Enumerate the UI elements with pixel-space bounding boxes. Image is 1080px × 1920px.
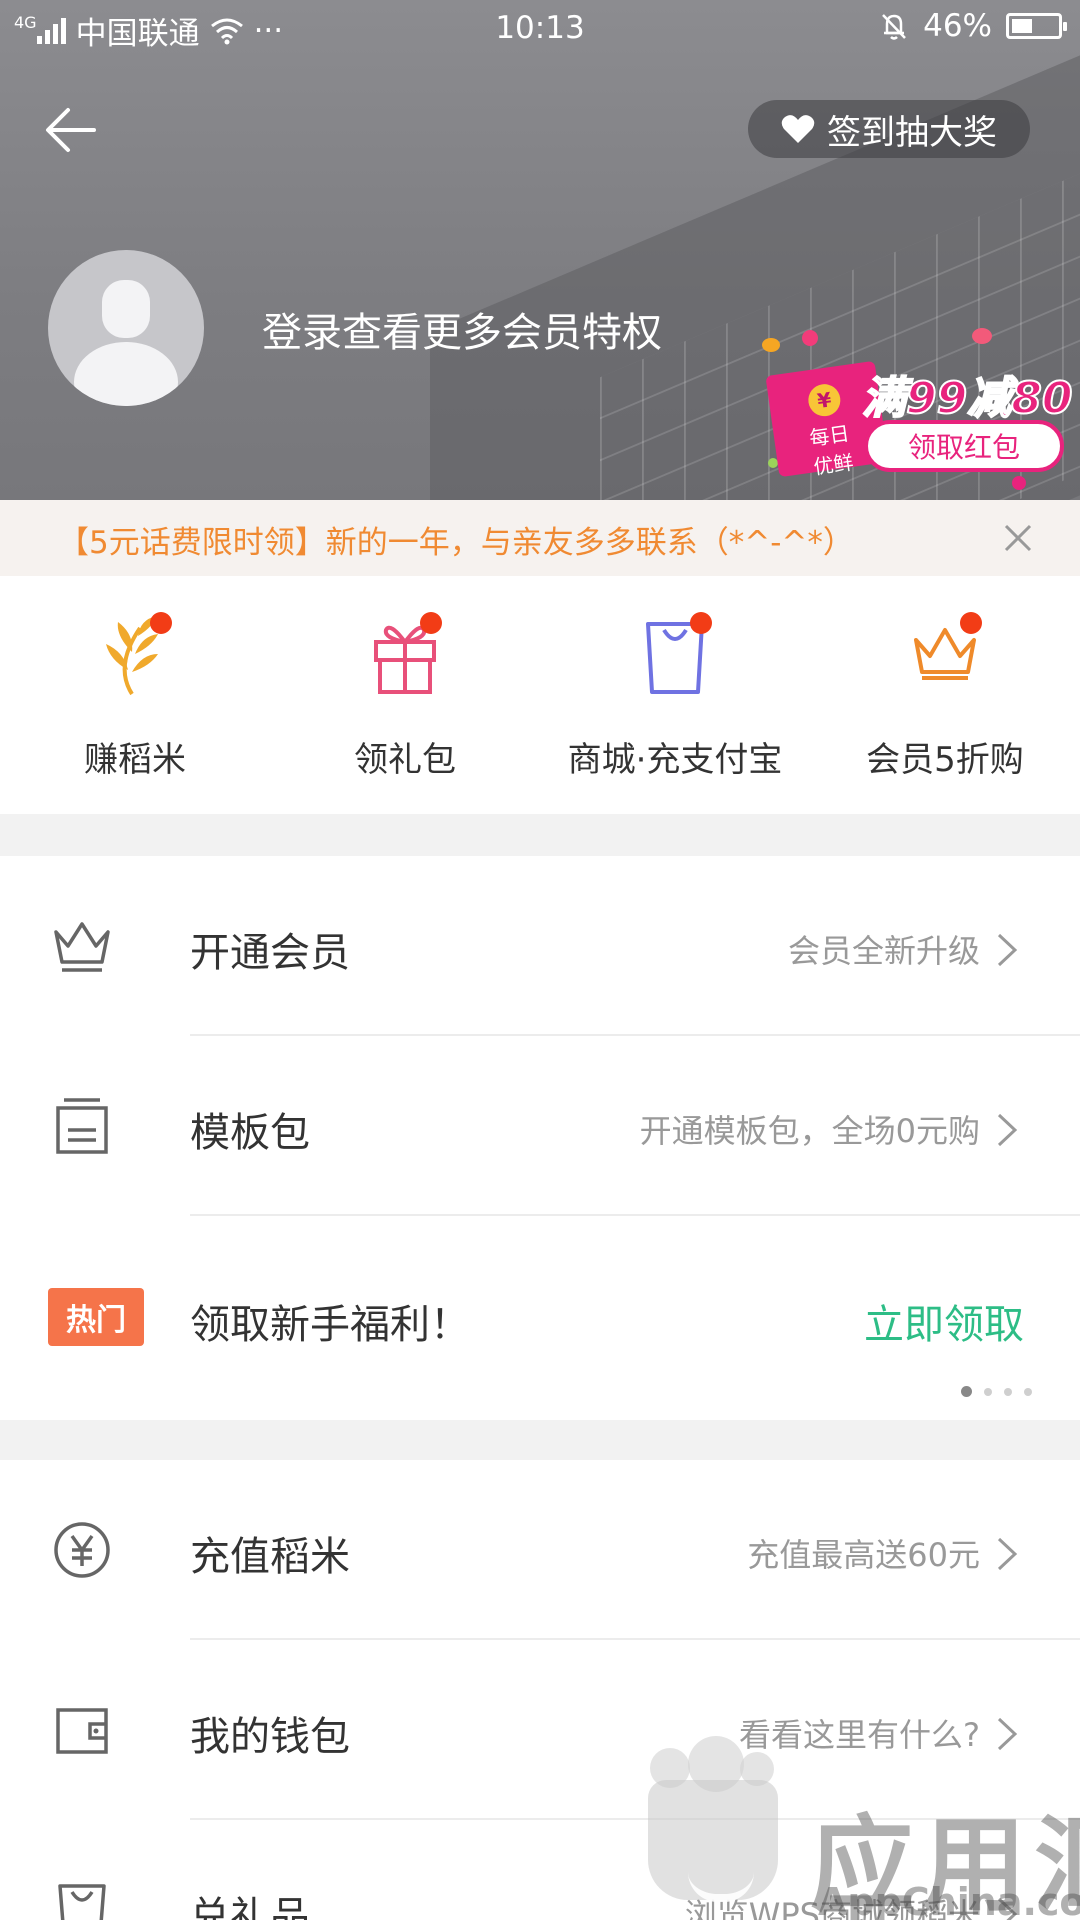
confetti — [1012, 476, 1026, 490]
avatar-body — [74, 342, 178, 406]
battery-percent: 46% — [923, 8, 992, 44]
tile-mall-alipay[interactable]: 商城·充支付宝 — [540, 576, 810, 814]
list-item-open-membership[interactable]: 开通会员 会员全新升级 — [0, 856, 1080, 1036]
promo-card-line2: 优鲜 — [811, 449, 855, 480]
pager-dot — [961, 1386, 972, 1397]
tile-member-discount[interactable]: 会员5折购 — [810, 576, 1080, 814]
tile-badge — [150, 612, 172, 634]
confetti — [762, 338, 780, 352]
pager-dot — [984, 1387, 992, 1396]
yen-coin-icon — [54, 1522, 110, 1578]
member-header: 4G 中国联通 ··· 10:13 46% 签到抽大奖 登录查看更多会员特权 ¥… — [0, 0, 1080, 500]
chevron-right-icon — [997, 933, 1018, 967]
tile-badge — [420, 612, 442, 634]
tile-label: 会员5折购 — [866, 740, 1024, 780]
confetti — [972, 328, 992, 344]
row-subtitle: 充值最高送60元 — [747, 1536, 980, 1574]
row-subtitle: 开通模板包，全场0元购 — [639, 1112, 980, 1150]
heart-icon — [781, 115, 815, 143]
tile-badge — [690, 612, 712, 634]
tile-badge — [960, 612, 982, 634]
close-icon[interactable] — [1002, 522, 1034, 554]
status-bar: 4G 中国联通 ··· 10:13 46% — [0, 0, 1080, 58]
member-section: 开通会员 会员全新升级 模板包 开通模板包，全场0元购 热门 领取新手福利！ 立… — [0, 856, 1080, 1420]
bag-outline-icon — [58, 1884, 106, 1920]
wallet-icon — [56, 1708, 108, 1754]
banner-pager — [961, 1386, 1032, 1397]
row-subtitle: 看看这里有什么? — [739, 1716, 980, 1754]
claim-red-packet-button[interactable]: 领取红包 — [864, 420, 1064, 472]
row-title: 开通会员 — [190, 930, 350, 976]
confetti — [802, 330, 818, 346]
wallet-section: 充值稻米 充值最高送60元 我的钱包 看看这里有什么? 兑礼品 浏览WPS商城领… — [0, 1460, 1080, 1920]
avatar[interactable] — [48, 250, 204, 406]
chevron-right-icon — [997, 1717, 1018, 1751]
list-item-my-wallet[interactable]: 我的钱包 看看这里有什么? — [0, 1640, 1080, 1820]
quick-tiles: 赚稻米 领礼包 商城·充支付宝 会员5折购 — [0, 576, 1080, 814]
template-icon — [56, 1098, 108, 1154]
bell-muted-icon — [882, 14, 906, 40]
tile-label: 商城·充支付宝 — [567, 740, 783, 780]
chevron-right-icon — [997, 1113, 1018, 1147]
app-root: 4G 中国联通 ··· 10:13 46% 签到抽大奖 登录查看更多会员特权 ¥… — [0, 0, 1080, 1920]
list-item-recharge-rice[interactable]: 充值稻米 充值最高送60元 — [0, 1460, 1080, 1640]
row-title: 充值稻米 — [190, 1534, 350, 1580]
claim-now-button[interactable]: 立即领取 — [864, 1292, 1024, 1350]
row-title: 模板包 — [190, 1110, 310, 1156]
avatar-head — [102, 280, 150, 338]
battery-icon — [1006, 13, 1067, 39]
tile-label: 领礼包 — [354, 740, 456, 780]
pager-dot — [1024, 1387, 1032, 1396]
notice-text: 【5元话费限时领】新的一年，与亲友多多联系（*^-^*） — [58, 525, 854, 561]
back-arrow-icon[interactable] — [42, 100, 102, 160]
red-packet-promo[interactable]: ¥ 每日 优鲜 满99减80 领取红包 — [762, 328, 1073, 490]
tile-gift-pack[interactable]: 领礼包 — [270, 576, 540, 814]
status-right: 46% — [879, 8, 1067, 44]
checkin-lottery-button[interactable]: 签到抽大奖 — [748, 100, 1030, 158]
promo-headline: 满99减80 — [861, 372, 1073, 425]
checkin-label: 签到抽大奖 — [827, 112, 997, 153]
yen-coin-badge: ¥ — [806, 382, 843, 419]
row-title: 我的钱包 — [190, 1714, 350, 1760]
tile-label: 赚稻米 — [84, 740, 186, 780]
chevron-right-icon — [997, 1897, 1018, 1920]
crown-outline-icon — [54, 922, 110, 972]
row-subtitle: 会员全新升级 — [787, 932, 980, 970]
row-subtitle: 浏览WPS商城领稻米 — [684, 1896, 980, 1920]
chevron-right-icon — [997, 1537, 1018, 1571]
battery-fill — [1012, 19, 1032, 33]
row-title: 兑礼品 — [190, 1894, 310, 1920]
pager-dot — [1004, 1387, 1012, 1396]
hot-banner[interactable]: 热门 领取新手福利！ 立即领取 — [0, 1216, 1080, 1420]
hot-badge: 热门 — [48, 1288, 144, 1346]
tile-earn-rice[interactable]: 赚稻米 — [0, 576, 270, 814]
promo-card-line1: 每日 — [807, 421, 851, 451]
list-item-redeem-gifts[interactable]: 兑礼品 浏览WPS商城领稻米 — [0, 1820, 1080, 1920]
notice-bar[interactable]: 【5元话费限时领】新的一年，与亲友多多联系（*^-^*） — [0, 500, 1080, 576]
list-item-template-pack[interactable]: 模板包 开通模板包，全场0元购 — [0, 1036, 1080, 1216]
login-prompt[interactable]: 登录查看更多会员特权 — [262, 300, 662, 358]
hot-title: 领取新手福利！ — [190, 1302, 470, 1348]
